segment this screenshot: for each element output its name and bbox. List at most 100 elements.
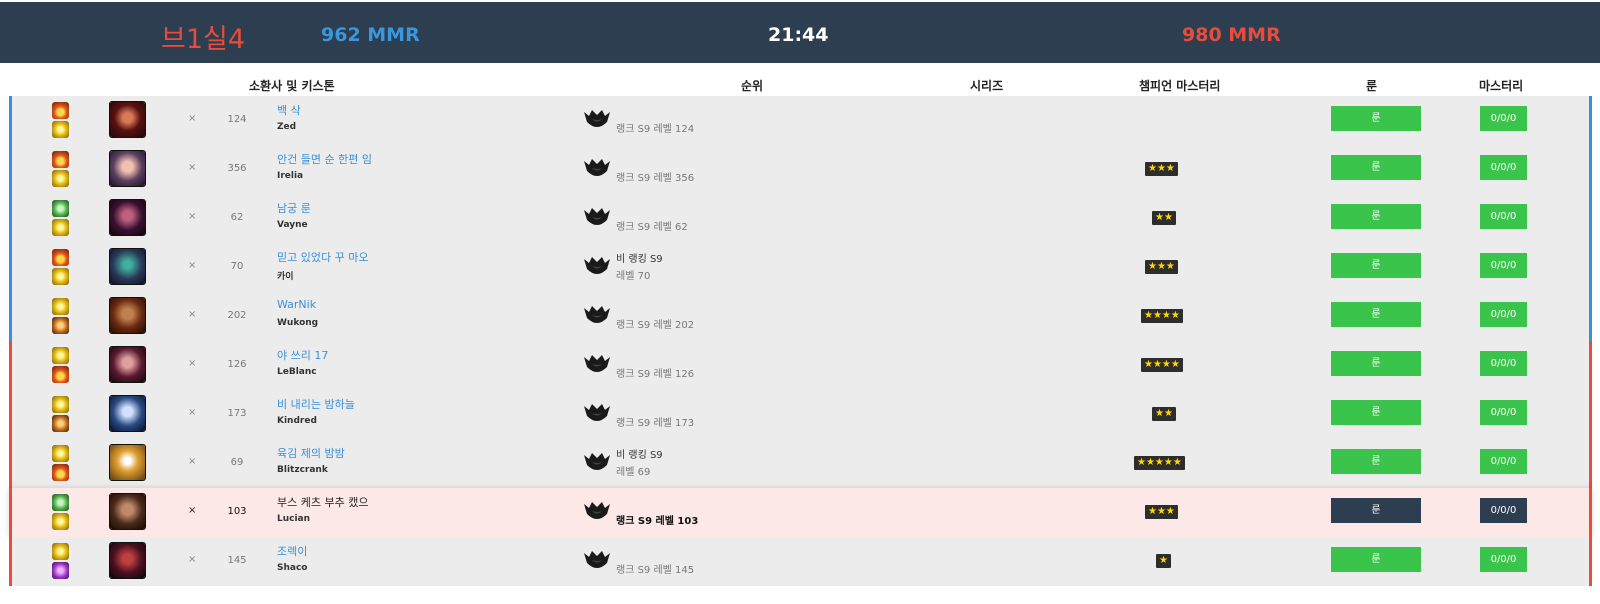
close-icon[interactable]: × [188, 309, 196, 320]
mastery-button[interactable]: 0/0/0 [1480, 204, 1527, 229]
mastery-button[interactable]: 0/0/0 [1480, 351, 1527, 376]
irelia-portrait-icon [109, 150, 146, 187]
shaco-portrait-icon [109, 542, 146, 579]
champion-name: Wukong [277, 318, 319, 328]
close-icon[interactable]: × [188, 505, 196, 516]
player-row: × 126 야 쓰리 17 LeBlanc 랭크 S9 레벨 126 ★★★★ 룬 0/0/0 [9, 341, 1592, 390]
ignite-icon [52, 102, 69, 119]
rune-button[interactable]: 룬 [1331, 106, 1421, 131]
rune-button[interactable]: 룬 [1331, 547, 1421, 572]
column-series: 시리즈 [970, 79, 1004, 93]
summoner-name-link[interactable]: 부스 케츠 부추 캤으 [277, 494, 368, 510]
vayne-portrait-icon [109, 199, 146, 236]
smite-icon [52, 415, 69, 432]
zed-portrait-icon [109, 101, 146, 138]
summoner-spells [52, 249, 70, 287]
mastery-stars: ★ [1156, 554, 1171, 568]
mastery-button[interactable]: 0/0/0 [1480, 547, 1527, 572]
mastery-stars: ★★★★ [1141, 309, 1183, 323]
summoner-spells [52, 151, 70, 189]
rank-text: 랭크 S9 레벨 202 [616, 320, 695, 331]
rune-button[interactable]: 룬 [1331, 155, 1421, 180]
wukong-portrait-icon [109, 297, 146, 334]
close-icon[interactable]: × [188, 162, 196, 173]
player-row: × 70 믿고 있었다 꾸 마오 카이 비 랭킹 S9 레벨 70 ★★★ 룬 0/0/0 [9, 243, 1592, 292]
player-row: × 103 부스 케츠 부추 캤으 Lucian 랭크 S9 레벨 103 ★★★ 룬 0/0… [9, 488, 1592, 537]
mastery-button[interactable]: 0/0/0 [1480, 400, 1527, 425]
summoner-spells [52, 396, 70, 434]
rune-button[interactable]: 룬 [1331, 351, 1421, 376]
rune-button[interactable]: 룬 [1331, 498, 1421, 523]
rank-text: 랭크 S9 레벨 356 [616, 173, 695, 184]
smite-icon [52, 317, 69, 334]
heal-icon [52, 200, 69, 217]
close-icon[interactable]: × [188, 358, 196, 369]
mastery-button[interactable]: 0/0/0 [1480, 449, 1527, 474]
rank-emblem-icon [583, 255, 611, 277]
rune-button[interactable]: 룬 [1331, 449, 1421, 474]
summoner-spells [52, 494, 70, 532]
top-bar: 브1실4 962 MMR 21:44 980 MMR [0, 2, 1600, 63]
close-icon[interactable]: × [188, 113, 196, 124]
flash-icon [52, 219, 69, 236]
column-masteries: 마스터리 [1479, 79, 1524, 93]
mastery-button[interactable]: 0/0/0 [1480, 253, 1527, 278]
summoner-name-link[interactable]: WarNik [277, 298, 316, 311]
rune-button[interactable]: 룬 [1331, 253, 1421, 278]
rank-text: 랭크 S9 레벨 62 [616, 222, 688, 233]
player-row: × 69 육김 제의 밤밤 Blitzcrank 비 랭킹 S9 레벨 69 ★★★★★ 룬 0… [9, 439, 1592, 488]
close-icon[interactable]: × [188, 554, 196, 565]
summoner-name-link[interactable]: 믿고 있었다 꾸 마오 [277, 249, 368, 265]
champion-name: Shaco [277, 563, 308, 573]
rune-button[interactable]: 룬 [1331, 302, 1421, 327]
rank-emblem-icon [583, 500, 611, 522]
close-icon[interactable]: × [188, 211, 196, 222]
summoner-name-link[interactable]: 육김 제의 밤밤 [277, 445, 345, 461]
rank-emblem-icon [583, 157, 611, 179]
champion-name: Lucian [277, 514, 311, 524]
summoner-level: 202 [227, 310, 247, 321]
summoner-level: 69 [230, 457, 244, 468]
rank-emblem-icon [583, 304, 611, 326]
player-table: × 124 백 삭 Zed 랭크 S9 레벨 124 룬 0/0/0 × 356 안건 들면 순 … [9, 96, 1592, 586]
column-champion-mastery: 챔피언 마스터리 [1139, 79, 1221, 93]
mastery-button[interactable]: 0/0/0 [1480, 498, 1527, 523]
rank-text: 랭크 S9 레벨 103 [616, 516, 699, 527]
blue-team-mmr: 962 MMR [321, 24, 420, 46]
summoner-name-link[interactable]: 남궁 룬 [277, 200, 311, 216]
column-summoner: 소환사 및 키스톤 [249, 79, 335, 93]
mastery-stars: ★★★ [1145, 162, 1178, 176]
summoner-name-link[interactable]: 백 삭 [277, 102, 301, 118]
champion-name: Irelia [277, 171, 304, 181]
rune-button[interactable]: 룬 [1331, 400, 1421, 425]
ignite-icon [52, 151, 69, 168]
summoner-name-link[interactable]: 비 내리는 밤하늘 [277, 396, 355, 412]
mastery-stars: ★★ [1152, 407, 1176, 421]
mastery-button[interactable]: 0/0/0 [1480, 155, 1527, 180]
mastery-button[interactable]: 0/0/0 [1480, 106, 1527, 131]
champion-name: LeBlanc [277, 367, 317, 377]
summoner-name-link[interactable]: 안건 들면 순 한편 임 [277, 151, 372, 167]
flash-icon [52, 268, 69, 285]
kindred-portrait-icon [109, 395, 146, 432]
summoner-level: 70 [230, 261, 244, 272]
close-icon[interactable]: × [188, 260, 196, 271]
ignite-icon [52, 249, 69, 266]
close-icon[interactable]: × [188, 456, 196, 467]
mastery-stars: ★★ [1152, 211, 1176, 225]
rank-emblem-icon [583, 402, 611, 424]
column-runes: 룬 [1366, 79, 1378, 93]
mastery-button[interactable]: 0/0/0 [1480, 302, 1527, 327]
summoner-name-link[interactable]: 조렉이 [277, 543, 307, 559]
champion-name: Vayne [277, 220, 308, 230]
rune-button[interactable]: 룬 [1331, 204, 1421, 229]
summoner-name-link[interactable]: 야 쓰리 17 [277, 347, 328, 363]
champion-name: 카이 [277, 272, 294, 282]
ignite-icon [52, 366, 69, 383]
mastery-stars: ★★★★★ [1134, 456, 1185, 470]
summoner-spells [52, 445, 70, 483]
tier-label: 브1실4 [161, 24, 246, 55]
flash-icon [52, 543, 69, 560]
summoner-level: 173 [227, 408, 247, 419]
close-icon[interactable]: × [188, 407, 196, 418]
